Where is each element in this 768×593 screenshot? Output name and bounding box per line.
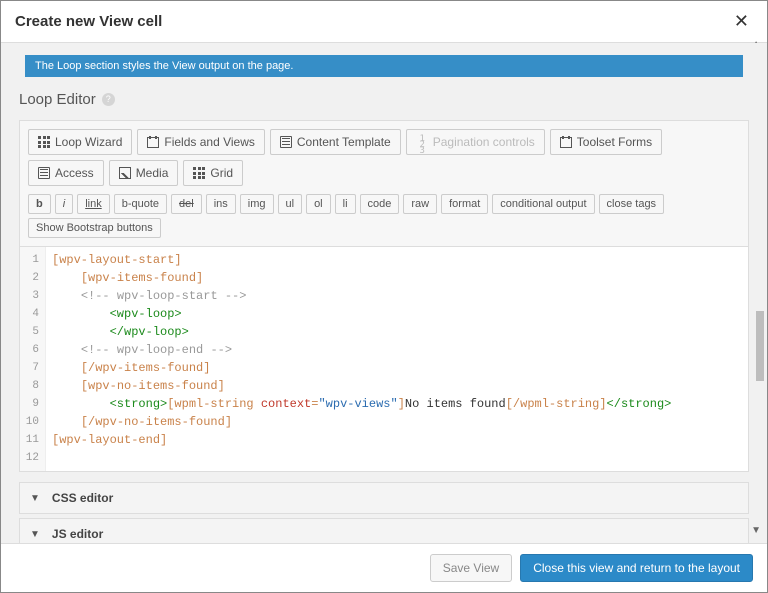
- close-icon[interactable]: ✕: [730, 11, 753, 32]
- code-token: </strong>: [607, 397, 672, 411]
- code-token: [wpml-string: [167, 397, 261, 411]
- info-banner: The Loop section styles the View output …: [25, 55, 743, 77]
- code-token: -->: [225, 289, 247, 303]
- code-token: wpv-loop-start: [110, 289, 225, 303]
- code-token: ]: [398, 397, 405, 411]
- img-button[interactable]: img: [240, 194, 274, 214]
- media-label: Media: [136, 166, 169, 180]
- li-button[interactable]: li: [335, 194, 356, 214]
- code-token: <strong>: [110, 397, 168, 411]
- code-line: [/wpv-items-found]: [81, 361, 211, 375]
- section-title: Loop Editor ?: [19, 91, 753, 108]
- toolset-forms-label: Toolset Forms: [577, 135, 652, 149]
- loop-wizard-label: Loop Wizard: [55, 135, 122, 149]
- css-editor-label: CSS editor: [52, 491, 113, 505]
- access-label: Access: [55, 166, 94, 180]
- code-token: wpv-loop-end: [110, 343, 211, 357]
- format-button[interactable]: format: [441, 194, 488, 214]
- grid-button[interactable]: Grid: [183, 160, 243, 186]
- code-token: No items found: [405, 397, 506, 411]
- modal-header: Create new View cell ✕: [1, 1, 767, 43]
- code-line: </wpv-loop>: [110, 325, 189, 339]
- code-token: [/wpml-string]: [506, 397, 607, 411]
- scrollbar-thumb[interactable]: [756, 311, 764, 381]
- bquote-button[interactable]: b-quote: [114, 194, 167, 214]
- modal-footer: Save View Close this view and return to …: [1, 543, 767, 592]
- code-editor[interactable]: 123456789101112 [wpv-layout-start] [wpv-…: [20, 246, 748, 471]
- modal-body: The Loop section styles the View output …: [1, 43, 767, 548]
- fields-views-button[interactable]: Fields and Views: [137, 129, 265, 155]
- caret-down-icon: ▼: [30, 493, 40, 504]
- code-button[interactable]: code: [360, 194, 400, 214]
- loop-editor-box: Loop Wizard Fields and Views Content Tem…: [19, 120, 749, 472]
- close-return-button[interactable]: Close this view and return to the layout: [520, 554, 753, 582]
- js-editor-label: JS editor: [52, 527, 103, 541]
- save-view-button[interactable]: Save View: [430, 554, 512, 582]
- media-button[interactable]: Media: [109, 160, 179, 186]
- fields-views-label: Fields and Views: [164, 135, 255, 149]
- loop-wizard-button[interactable]: Loop Wizard: [28, 129, 132, 155]
- format-toolbar: b i link b-quote del ins img ul ol li co…: [20, 190, 748, 246]
- modal-title: Create new View cell: [15, 13, 162, 30]
- code-token: context: [261, 397, 311, 411]
- raw-button[interactable]: raw: [403, 194, 437, 214]
- content-template-button[interactable]: Content Template: [270, 129, 401, 155]
- code-line: <wpv-loop>: [110, 307, 182, 321]
- main-toolbar: Loop Wizard Fields and Views Content Tem…: [20, 121, 748, 190]
- grid-icon: [38, 136, 50, 148]
- scroll-down-icon[interactable]: ▼: [751, 525, 761, 536]
- bold-button[interactable]: b: [28, 194, 51, 214]
- code-line: [/wpv-no-items-found]: [81, 415, 232, 429]
- ul-button[interactable]: ul: [278, 194, 303, 214]
- ol-button[interactable]: ol: [306, 194, 331, 214]
- code-token: <!--: [81, 289, 110, 303]
- pagination-icon: 1 23: [416, 136, 428, 148]
- section-title-text: Loop Editor: [19, 91, 96, 108]
- forms-icon: [560, 136, 572, 148]
- code-line: [wpv-no-items-found]: [81, 379, 225, 393]
- ins-button[interactable]: ins: [206, 194, 236, 214]
- link-button[interactable]: link: [77, 194, 110, 214]
- close-tags-button[interactable]: close tags: [599, 194, 665, 214]
- grid-icon: [193, 167, 205, 179]
- code-token: <!--: [81, 343, 110, 357]
- template-icon: [280, 136, 292, 148]
- code-token: -->: [210, 343, 232, 357]
- italic-button[interactable]: i: [55, 194, 73, 214]
- fields-icon: [147, 136, 159, 148]
- code-content[interactable]: [wpv-layout-start] [wpv-items-found] <!-…: [46, 247, 748, 471]
- code-line: [wpv-layout-end]: [52, 433, 167, 447]
- media-icon: [119, 167, 131, 179]
- access-button[interactable]: Access: [28, 160, 104, 186]
- access-icon: [38, 167, 50, 179]
- conditional-button[interactable]: conditional output: [492, 194, 594, 214]
- content-template-label: Content Template: [297, 135, 391, 149]
- pagination-label: Pagination controls: [433, 135, 535, 149]
- bootstrap-button[interactable]: Show Bootstrap buttons: [28, 218, 161, 238]
- line-gutter: 123456789101112: [20, 247, 46, 471]
- toolset-forms-button[interactable]: Toolset Forms: [550, 129, 662, 155]
- code-line: [wpv-layout-start]: [52, 253, 182, 267]
- help-icon[interactable]: ?: [102, 93, 115, 106]
- grid-label: Grid: [210, 166, 233, 180]
- css-editor-accordion[interactable]: ▼ CSS editor: [19, 482, 749, 514]
- del-button[interactable]: del: [171, 194, 202, 214]
- code-line: [wpv-items-found]: [81, 271, 203, 285]
- pagination-button: 1 23 Pagination controls: [406, 129, 545, 155]
- code-token: "wpv-views": [318, 397, 397, 411]
- caret-down-icon: ▼: [30, 529, 40, 540]
